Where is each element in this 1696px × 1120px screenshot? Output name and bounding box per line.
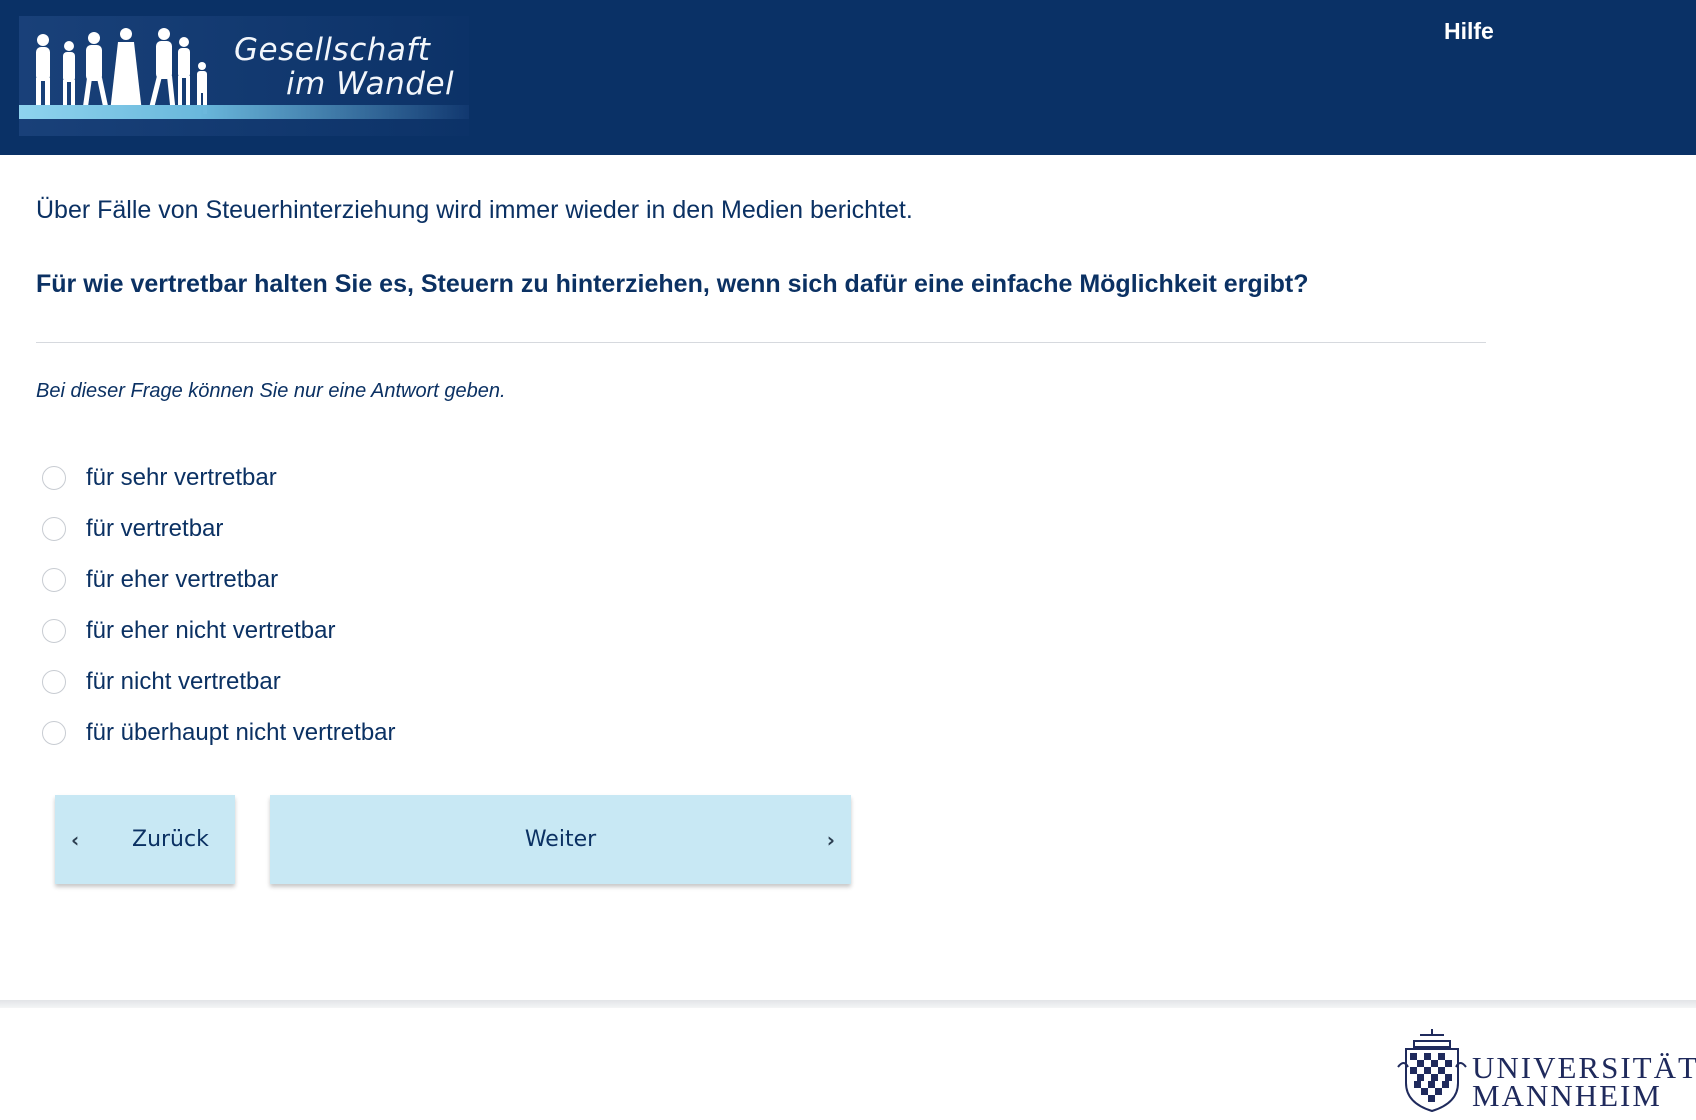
- question-text: Für wie vertretbar halten Sie es, Steuer…: [36, 270, 1309, 298]
- logo-bar: [19, 105, 469, 119]
- university-name-line-2: MANNHEIM: [1472, 1078, 1662, 1113]
- chevron-right-icon: ›: [826, 827, 835, 852]
- answer-option[interactable]: für nicht vertretbar: [40, 656, 396, 707]
- answer-option[interactable]: für eher vertretbar: [40, 554, 396, 605]
- divider: [36, 342, 1486, 343]
- next-button[interactable]: Weiter ›: [270, 795, 851, 884]
- answer-hint: Bei dieser Frage können Sie nur eine Ant…: [36, 380, 506, 402]
- answer-option[interactable]: für überhaupt nicht vertretbar: [40, 707, 396, 758]
- answer-option-label[interactable]: für nicht vertretbar: [86, 668, 281, 696]
- footer-divider: [0, 1000, 1696, 1008]
- answer-option-label[interactable]: für überhaupt nicht vertretbar: [86, 719, 396, 747]
- radio-button[interactable]: [42, 465, 66, 490]
- radio-button[interactable]: [42, 720, 66, 745]
- university-crest-icon: [1397, 1029, 1467, 1113]
- answer-option[interactable]: für sehr vertretbar: [40, 452, 396, 503]
- back-button-label: Zurück: [132, 827, 209, 852]
- answer-option-label[interactable]: für eher vertretbar: [86, 566, 278, 594]
- answer-option-label[interactable]: für sehr vertretbar: [86, 464, 277, 492]
- answer-option-label[interactable]: für eher nicht vertretbar: [86, 617, 335, 645]
- answer-options: für sehr vertretbar für vertretbar für e…: [40, 452, 396, 758]
- logo-title-line-2: im Wandel: [286, 66, 455, 102]
- chevron-left-icon: ‹: [71, 827, 80, 852]
- radio-button[interactable]: [42, 618, 66, 643]
- header: Gesellschaft im Wandel Hilfe: [0, 0, 1696, 155]
- radio-button[interactable]: [42, 516, 66, 541]
- radio-button[interactable]: [42, 567, 66, 592]
- question-intro: Über Fälle von Steuerhinterziehung wird …: [36, 196, 913, 224]
- help-link[interactable]: Hilfe: [1444, 18, 1494, 45]
- logo-title-line-1: Gesellschaft: [234, 32, 431, 68]
- answer-option[interactable]: für eher nicht vertretbar: [40, 605, 396, 656]
- back-button[interactable]: ‹ Zurück: [55, 795, 235, 884]
- next-button-label: Weiter: [524, 827, 597, 852]
- answer-option[interactable]: für vertretbar: [40, 503, 396, 554]
- radio-button[interactable]: [42, 669, 66, 694]
- gesellschaft-im-wandel-logo: Gesellschaft im Wandel: [19, 16, 469, 136]
- answer-option-label[interactable]: für vertretbar: [86, 515, 223, 543]
